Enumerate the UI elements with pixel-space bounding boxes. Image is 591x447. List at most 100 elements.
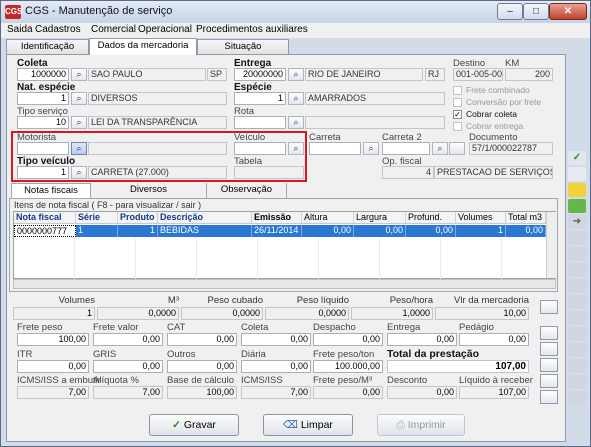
- print-button[interactable]: ⎙ Imprimir: [377, 414, 465, 436]
- route-icon[interactable]: [568, 279, 586, 293]
- cell-serie[interactable]: 1: [76, 225, 118, 237]
- archive-icon[interactable]: [568, 375, 586, 389]
- confirm-check-icon[interactable]: ✓: [568, 151, 586, 165]
- cell-altura[interactable]: 0,00: [302, 225, 354, 237]
- calendar-icon[interactable]: [568, 263, 586, 277]
- carreta2-input[interactable]: [382, 142, 430, 155]
- cobrar-entrega-checkbox[interactable]: [453, 122, 462, 131]
- nat-especie-search-binoculars-icon[interactable]: ⌕: [71, 92, 87, 105]
- cell-largura[interactable]: 0,00: [354, 225, 406, 237]
- map-icon[interactable]: [568, 343, 586, 357]
- clear-button[interactable]: ⌫ Limpar: [263, 414, 353, 436]
- nat-especie-code-input[interactable]: 1: [17, 92, 69, 105]
- tab-situacao[interactable]: Situação: [197, 39, 289, 54]
- outros-input[interactable]: 0,00: [167, 360, 237, 373]
- carreta-search-binoculars-icon[interactable]: ⌕: [363, 142, 379, 155]
- green-status-icon[interactable]: [568, 199, 586, 213]
- carreta-input[interactable]: [309, 142, 361, 155]
- exit-icon[interactable]: [568, 391, 586, 405]
- menu-saida[interactable]: Saida: [7, 24, 33, 35]
- maximize-button[interactable]: □: [523, 3, 549, 20]
- icms-iss-value: 7,00: [241, 386, 311, 399]
- tipo-servico-search-binoculars-icon[interactable]: ⌕: [71, 116, 87, 129]
- menu-procedimentos-auxiliares[interactable]: Procedimentos auxiliares: [196, 24, 308, 35]
- cell-nota-fiscal[interactable]: 0000000777: [14, 225, 76, 237]
- col-produto[interactable]: Produto: [118, 212, 158, 224]
- frete-valor-input[interactable]: 0,00: [93, 333, 163, 346]
- conversao-por-frete-checkbox[interactable]: [453, 98, 462, 107]
- entrega-search-binoculars-icon[interactable]: ⌕: [288, 68, 304, 81]
- cat-input[interactable]: 0,00: [167, 333, 237, 346]
- aliquota-label: Alíquota %: [93, 375, 139, 386]
- carreta2-search-binoculars-icon[interactable]: ⌕: [432, 142, 448, 155]
- cell-descricao[interactable]: BEBIDAS: [158, 225, 252, 237]
- gris-input[interactable]: 0,00: [93, 360, 163, 373]
- menu-comercial[interactable]: Comercial: [91, 24, 136, 35]
- tab-notas-fiscais[interactable]: Notas fiscais: [11, 183, 91, 198]
- coleta-code-input[interactable]: 1000000: [17, 68, 69, 81]
- despacho-input[interactable]: 0,00: [313, 333, 383, 346]
- entrega-fee-input[interactable]: 0,00: [387, 333, 457, 346]
- user-icon[interactable]: [568, 311, 586, 325]
- frete-peso-ton-input[interactable]: 100.000,00: [313, 360, 383, 373]
- pedagio-input[interactable]: 0,00: [459, 333, 529, 346]
- history-icon[interactable]: [568, 359, 586, 373]
- report-icon[interactable]: [540, 390, 558, 404]
- itr-input[interactable]: 0,00: [17, 360, 89, 373]
- col-emissao[interactable]: Emissão: [252, 212, 302, 224]
- nf-items-table[interactable]: Nota fiscal Série Produto Descrição Emis…: [13, 211, 556, 279]
- minimize-button[interactable]: –: [497, 3, 523, 20]
- cobrar-coleta-checkbox[interactable]: ✓: [453, 110, 462, 119]
- coleta-search-binoculars-icon[interactable]: ⌕: [71, 68, 87, 81]
- menu-operacional[interactable]: Operacional: [138, 24, 192, 35]
- menu-bar: Saida Cadastros Comercial Operacional Pr…: [1, 23, 590, 38]
- cell-volumes[interactable]: 1: [456, 225, 506, 237]
- top-tab-strip: Identificação Dados da mercadoria Situaç…: [6, 38, 588, 55]
- cell-produto[interactable]: 1: [118, 225, 158, 237]
- document-icon[interactable]: [540, 342, 558, 356]
- tab-observacao[interactable]: Observação: [207, 183, 287, 198]
- menu-cadastros[interactable]: Cadastros: [35, 24, 81, 35]
- tab-diversos[interactable]: Diversos: [91, 183, 207, 198]
- especie-search-binoculars-icon[interactable]: ⌕: [288, 92, 304, 105]
- col-total-m3[interactable]: Total m3: [506, 212, 546, 224]
- truck-icon[interactable]: [568, 231, 586, 245]
- document-edit-icon[interactable]: [568, 247, 586, 261]
- list-icon[interactable]: [540, 300, 558, 314]
- folder-icon[interactable]: [568, 183, 586, 197]
- diaria-input[interactable]: 0,00: [241, 360, 311, 373]
- col-profund[interactable]: Profund.: [406, 212, 456, 224]
- table-horizontal-scrollbar[interactable]: [13, 279, 556, 289]
- col-volumes[interactable]: Volumes: [456, 212, 506, 224]
- rota-search-binoculars-icon[interactable]: ⌕: [288, 116, 304, 129]
- notes-icon[interactable]: [568, 327, 586, 341]
- tipo-servico-code-input[interactable]: 10: [17, 116, 69, 129]
- tab-identificacao[interactable]: Identificação: [6, 39, 89, 54]
- monitor-icon[interactable]: [540, 374, 558, 388]
- col-serie[interactable]: Série: [76, 212, 118, 224]
- cell-profund[interactable]: 0,00: [406, 225, 456, 237]
- coleta-fee-input[interactable]: 0,00: [241, 333, 311, 346]
- rota-input[interactable]: [234, 116, 286, 129]
- settings-icon[interactable]: [540, 326, 558, 340]
- save-button[interactable]: ✓ Gravar: [149, 414, 239, 436]
- close-button[interactable]: ✕: [549, 3, 587, 20]
- especie-code-input[interactable]: 1: [234, 92, 286, 105]
- cell-total-m3[interactable]: 0,00: [506, 225, 546, 237]
- table-vertical-scrollbar[interactable]: [546, 212, 556, 278]
- total-volumes-value: 1: [13, 307, 95, 320]
- frete-combinado-checkbox[interactable]: [453, 86, 462, 95]
- calculator-icon[interactable]: [540, 358, 558, 372]
- stack-icon[interactable]: [568, 167, 586, 181]
- frete-peso-input[interactable]: 100,00: [17, 333, 89, 346]
- entrega-code-input[interactable]: 20000000: [234, 68, 286, 81]
- tab-dados-da-mercadoria[interactable]: Dados da mercadoria: [89, 38, 197, 55]
- cell-emissao[interactable]: 26/11/2014: [252, 225, 302, 237]
- col-altura[interactable]: Altura: [302, 212, 354, 224]
- cargo-icon[interactable]: [568, 295, 586, 309]
- forward-arrow-icon[interactable]: ➔: [568, 215, 586, 229]
- col-largura[interactable]: Largura: [354, 212, 406, 224]
- col-nota-fiscal[interactable]: Nota fiscal: [14, 212, 76, 224]
- document-print-icon[interactable]: [449, 142, 465, 155]
- col-descricao[interactable]: Descrição: [158, 212, 252, 224]
